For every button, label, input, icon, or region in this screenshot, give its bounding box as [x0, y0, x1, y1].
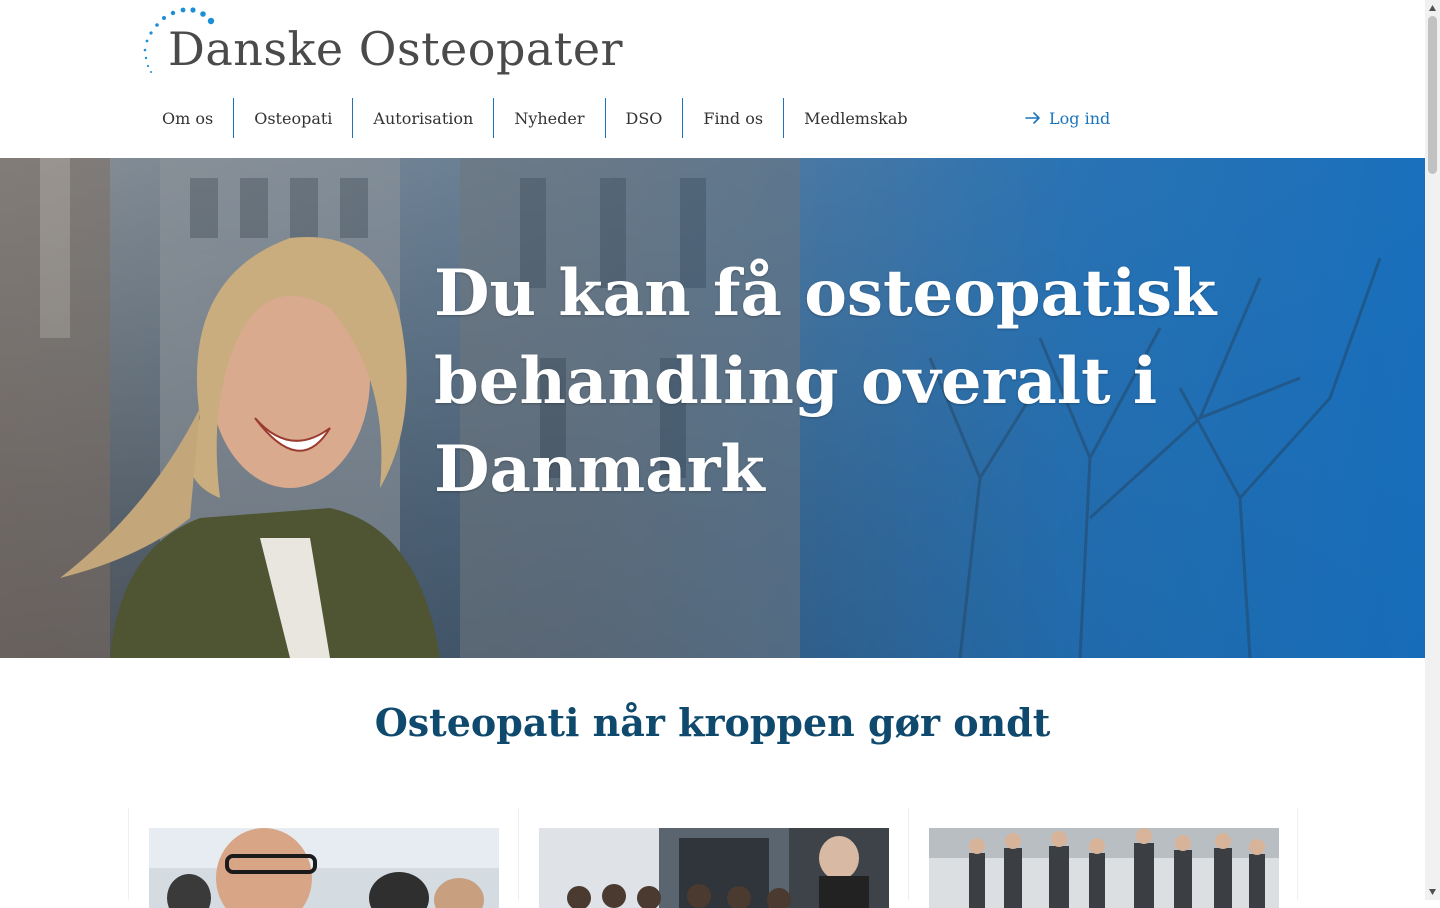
section-title: Osteopati når kroppen gør ondt: [374, 700, 1051, 745]
nav-item-osteopati[interactable]: Osteopati: [234, 98, 354, 138]
hero-banner: Du kan få osteopatisk behandling overalt…: [0, 158, 1425, 658]
nav-item-om-os[interactable]: Om os: [142, 98, 235, 138]
scroll-thumb[interactable]: [1428, 16, 1437, 174]
card-row: [128, 808, 1300, 908]
site-logo[interactable]: Danske Osteopater: [140, 4, 623, 84]
main-nav: Om os Osteopati Autorisation Nyheder DSO…: [142, 98, 928, 138]
logo-text: Danske Osteopater: [168, 22, 624, 76]
scroll-down-arrow-icon[interactable]: [1428, 888, 1437, 896]
card[interactable]: [128, 808, 518, 908]
nav-item-medlemskab[interactable]: Medlemskab: [784, 98, 928, 138]
nav-item-find-os[interactable]: Find os: [683, 98, 785, 138]
nav-item-nyheder[interactable]: Nyheder: [494, 98, 606, 138]
login-link[interactable]: Log ind: [1025, 98, 1110, 138]
scroll-up-arrow-icon[interactable]: [1428, 4, 1437, 12]
card-image: [149, 828, 499, 908]
site-header: Danske Osteopater Om os Osteopati Autori…: [0, 0, 1425, 158]
arrow-right-icon: [1025, 112, 1040, 124]
card[interactable]: [518, 808, 908, 908]
card[interactable]: [908, 808, 1298, 908]
hero-title: Du kan få osteopatisk behandling overalt…: [434, 256, 1217, 507]
nav-item-dso[interactable]: DSO: [606, 98, 684, 138]
nav-item-autorisation[interactable]: Autorisation: [353, 98, 495, 138]
vertical-scrollbar[interactable]: [1425, 0, 1440, 900]
card-image: [539, 828, 889, 908]
login-label: Log ind: [1049, 108, 1111, 128]
card-image: [929, 828, 1279, 908]
